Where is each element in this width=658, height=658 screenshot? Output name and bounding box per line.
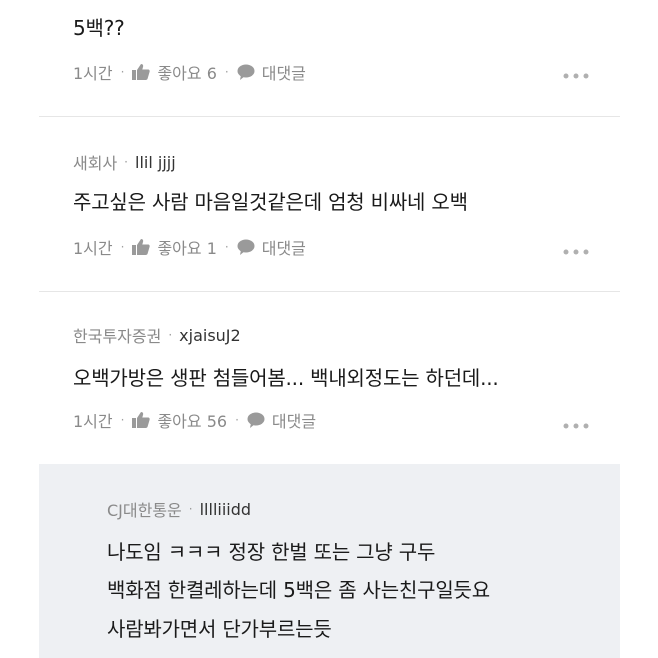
thumbs-up-icon [132,412,151,428]
like-count: 좋아요 6 [157,64,217,83]
reply-label: 대댓글 [261,239,306,258]
nickname[interactable]: lllliiidd [200,500,251,519]
like-button[interactable]: 좋아요 6 [132,60,217,84]
comment-text: 오백가방은 생판 첨들어봄... 백내외정도는 하던데... [73,366,499,390]
separator-dot: · [188,502,193,516]
separator-dot: · [168,328,173,342]
like-button[interactable]: 좋아요 1 [132,235,217,259]
more-dots-icon[interactable] [562,72,590,80]
reply-text-line: 백화점 한켤레하는데 5백은 좀 사는친구일듯요 [107,578,490,602]
speech-bubble-icon [237,64,255,80]
separator-dot: · [120,413,125,427]
separator-dot: · [120,65,125,79]
reply-button[interactable]: 대댓글 [237,60,306,84]
reply-text-line: 사람봐가면서 단가부르는듯 [107,617,332,641]
comment-text: 5백?? [73,16,125,40]
comment-text: 주고싶은 사람 마음일것같은데 엄청 비싸네 오백 [73,190,468,214]
reply-author: CJ대한통운 · lllliiidd [107,497,251,521]
comment-time: 1시간 [73,64,113,83]
comment-time: 1시간 [73,412,113,431]
more-dots-icon[interactable] [562,248,590,256]
separator-dot: · [224,240,229,254]
separator-dot: · [235,413,239,427]
separator-dot: · [224,65,229,79]
comment-author: 새회사 · llil jjjj [73,150,176,174]
speech-bubble-icon [247,412,265,428]
like-count: 좋아요 56 [157,412,228,431]
like-button[interactable]: 좋아요 56 [132,408,227,432]
thumbs-up-icon [132,64,151,80]
reply-label: 대댓글 [261,64,306,83]
divider [39,291,620,292]
company-name: 새회사 [73,154,118,173]
nickname[interactable]: xjaisuJ2 [179,326,241,345]
divider [39,116,620,117]
reply-text-line: 나도임 ㅋㅋㅋ 정장 한벌 또는 그냥 구두 [107,540,436,564]
comment-actions: 1시간 · 좋아요 56 · 대댓글 [73,408,316,432]
reply-button[interactable]: 대댓글 [237,235,306,259]
comment-author: 한국투자증권 · xjaisuJ2 [73,323,241,347]
speech-bubble-icon [237,239,255,255]
separator-dot: · [120,240,125,254]
reply-label: 대댓글 [271,412,317,431]
nickname[interactable]: llil jjjj [135,153,176,172]
thumbs-up-icon [132,239,151,255]
company-name: 한국투자증권 [73,327,162,346]
company-name: CJ대한통운 [107,501,182,520]
comment-actions: 1시간 · 좋아요 1 · 대댓글 [73,235,306,259]
like-count: 좋아요 1 [157,239,217,258]
separator-dot: · [124,155,128,169]
comment-time: 1시간 [73,239,113,258]
more-dots-icon[interactable] [562,422,590,430]
comment-actions: 1시간 · 좋아요 6 · 대댓글 [73,60,306,84]
reply-button[interactable]: 대댓글 [247,408,316,432]
